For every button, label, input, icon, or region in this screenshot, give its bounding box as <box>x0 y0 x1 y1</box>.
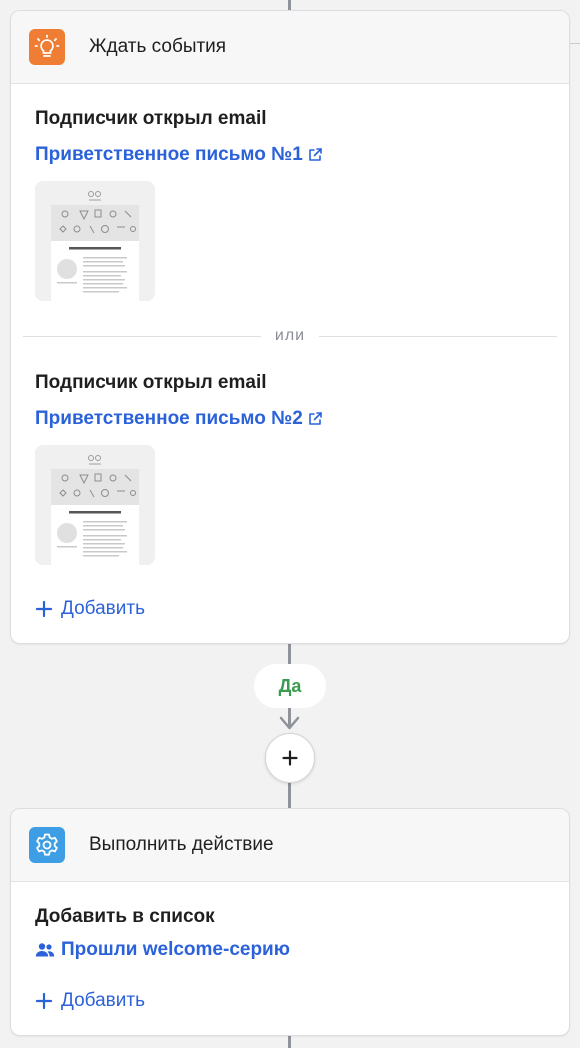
plus-icon <box>35 600 53 618</box>
lightbulb-icon <box>29 29 65 65</box>
email-link-label: Приветственное письмо №1 <box>35 144 303 165</box>
branch-yes-badge: Да <box>254 664 326 708</box>
add-condition-label: Добавить <box>61 598 145 619</box>
connector-line-bottom <box>288 781 291 809</box>
add-condition-button[interactable]: Добавить <box>35 598 145 620</box>
workflow-canvas: Ждать события Подписчик открыл email При… <box>0 0 580 1048</box>
branch-label: Да <box>278 675 302 696</box>
email-link[interactable]: Приветственное письмо №2 <box>35 408 323 430</box>
external-link-icon <box>309 148 322 161</box>
email-preview-thumbnail[interactable] <box>35 181 155 301</box>
add-step-button[interactable] <box>265 733 315 783</box>
wait-event-card[interactable]: Ждать события Подписчик открыл email При… <box>10 10 570 644</box>
users-icon <box>35 943 55 957</box>
wait-card-header[interactable]: Ждать события <box>11 11 569 84</box>
or-separator: или <box>23 327 557 345</box>
action-card-header[interactable]: Выполнить действие <box>11 809 569 882</box>
gear-icon <box>29 827 65 863</box>
action-card-title: Выполнить действие <box>89 834 274 855</box>
condition-title: Подписчик открыл email <box>35 372 267 393</box>
arrow-down-icon <box>279 716 300 730</box>
condition-title: Подписчик открыл email <box>35 108 267 129</box>
plus-icon <box>35 992 53 1010</box>
list-link[interactable]: Прошли welcome-серию <box>35 939 290 961</box>
action-card[interactable]: Выполнить действие Добавить в список Про… <box>10 808 570 1036</box>
plus-icon <box>282 750 298 766</box>
wait-card-title: Ждать события <box>89 36 227 57</box>
add-action-button[interactable]: Добавить <box>35 990 145 1012</box>
email-preview-thumbnail[interactable] <box>35 445 155 565</box>
or-separator-label: или <box>274 327 306 344</box>
email-link[interactable]: Приветственное письмо №1 <box>35 144 323 166</box>
action-title: Добавить в список <box>35 906 215 927</box>
list-name-label: Прошли welcome-серию <box>61 939 290 960</box>
connector-line-middle <box>288 642 291 664</box>
external-link-icon <box>309 412 322 425</box>
email-link-label: Приветственное письмо №2 <box>35 408 303 429</box>
add-action-label: Добавить <box>61 990 145 1011</box>
connector-line-end <box>288 1036 291 1048</box>
